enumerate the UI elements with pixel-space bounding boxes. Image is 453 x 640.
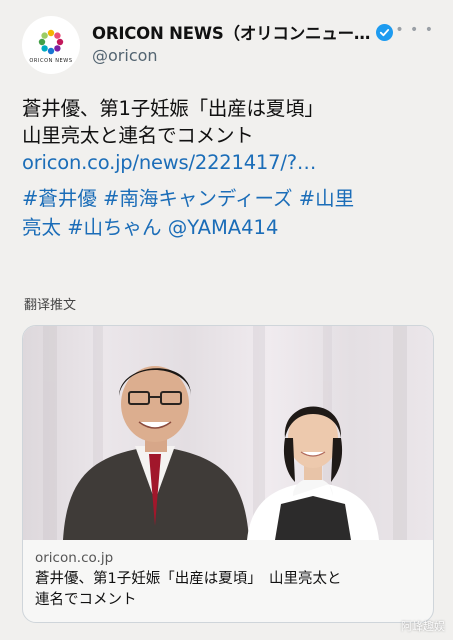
more-dots-icon[interactable]: • • • [395,22,434,38]
tweet-link[interactable]: oricon.co.jp/news/2221417/?… [22,149,437,176]
logo-text: ORICON NEWS [29,57,73,64]
tweet-text-line-2: 山里亮太と連名でコメント [22,124,254,147]
tweet-text-line-1: 蒼井優、第1子妊娠「出産は夏頃」 [22,97,324,120]
card-domain: oricon.co.jp [35,550,114,566]
link-preview-card[interactable]: oricon.co.jp 蒼井優、第1子妊娠「出産は夏頃」 山里亮太と 連名でコ… [22,325,434,623]
tweet-body: 蒼井優、第1子妊娠「出産は夏頃」 山里亮太と連名でコメント oricon.co.… [22,95,437,242]
translate-tweet-link[interactable]: 翻译推文 [24,294,76,313]
display-name[interactable]: ORICON NEWS（オリコンニュー… [92,20,370,44]
tweet-header: ORICON NEWS ORICON NEWS（オリコンニュー… • • • @… [22,12,442,74]
card-image[interactable] [23,326,433,540]
photo-illustration [43,326,407,540]
hashtags: #蒼井優 #南海キャンディーズ #山里 亮太 #山ちゃん @YAMA414 [22,184,437,242]
hashtag-line-1[interactable]: #蒼井優 #南海キャンディーズ #山里 [22,184,437,213]
card-title-line-1: 蒼井優、第1子妊娠「出産は夏頃」 山里亮太と [35,571,342,587]
card-title-line-2: 連名でコメント [35,592,137,608]
verified-badge-icon [376,23,394,41]
watermark: 阿峰趣娱 [401,620,445,633]
avatar[interactable]: ORICON NEWS [22,16,80,74]
hashtag-line-2[interactable]: 亮太 #山ちゃん @YAMA414 [22,213,437,242]
handle[interactable]: @oricon [92,46,158,65]
card-title: 蒼井優、第1子妊娠「出産は夏頃」 山里亮太と 連名でコメント [35,569,425,611]
oricon-logo-icon [38,29,64,54]
